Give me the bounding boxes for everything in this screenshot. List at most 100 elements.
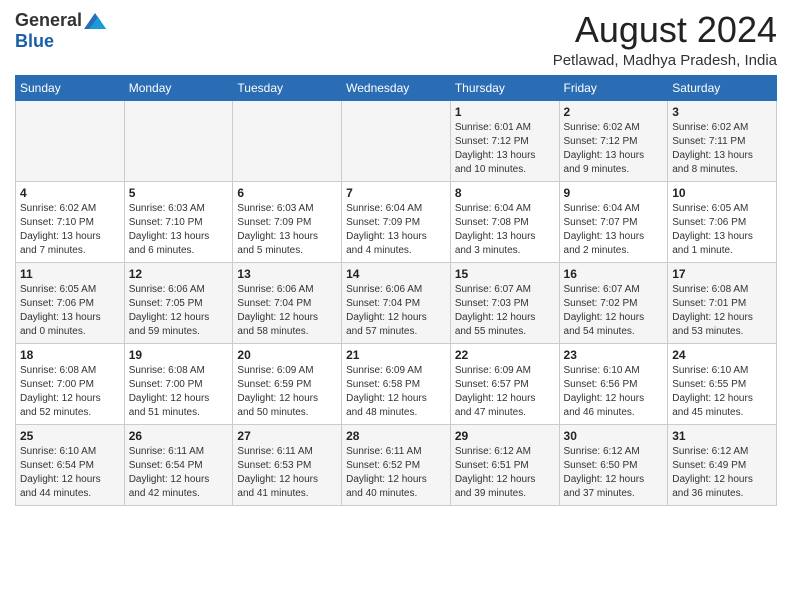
calendar-cell: 14 Sunrise: 6:06 AMSunset: 7:04 PMDayligh… [342,262,451,343]
calendar-cell: 15 Sunrise: 6:07 AMSunset: 7:03 PMDayligh… [450,262,559,343]
cell-content: Sunrise: 6:11 AMSunset: 6:54 PMDaylight:… [129,445,229,501]
day-number: 16 [564,267,664,281]
cell-content: Sunrise: 6:02 AMSunset: 7:12 PMDaylight:… [564,121,664,177]
cell-content: Sunrise: 6:10 AMSunset: 6:55 PMDaylight:… [672,364,772,420]
calendar-cell [233,100,342,181]
day-number: 3 [672,105,772,119]
calendar-cell: 12 Sunrise: 6:06 AMSunset: 7:05 PMDayligh… [124,262,233,343]
calendar-cell: 22Sunrise: 6:09 AMSunset: 6:57 PMDayligh… [450,343,559,424]
day-number: 11 [20,267,120,281]
calendar-week-2: 4 Sunrise: 6:02 AMSunset: 7:10 PMDaylight… [16,181,777,262]
calendar-week-1: 1 Sunrise: 6:01 AMSunset: 7:12 PMDaylight… [16,100,777,181]
cell-content: Sunrise: 6:02 AMSunset: 7:10 PMDaylight:… [20,202,120,258]
weekday-header-tuesday: Tuesday [233,75,342,100]
calendar-cell: 23 Sunrise: 6:10 AMSunset: 6:56 PMDayligh… [559,343,668,424]
calendar-cell: 31 Sunrise: 6:12 AMSunset: 6:49 PMDayligh… [668,424,777,505]
day-number: 10 [672,186,772,200]
day-number: 15 [455,267,555,281]
weekday-header-sunday: Sunday [16,75,125,100]
weekday-header-row: SundayMondayTuesdayWednesdayThursdayFrid… [16,75,777,100]
calendar-cell: 24 Sunrise: 6:10 AMSunset: 6:55 PMDayligh… [668,343,777,424]
cell-content: Sunrise: 6:01 AMSunset: 7:12 PMDaylight:… [455,121,555,177]
calendar-cell: 6 Sunrise: 6:03 AMSunset: 7:09 PMDaylight… [233,181,342,262]
logo-blue-text: Blue [15,31,54,52]
cell-content: Sunrise: 6:12 AMSunset: 6:51 PMDaylight:… [455,445,555,501]
cell-content: Sunrise: 6:03 AMSunset: 7:09 PMDaylight:… [237,202,337,258]
cell-content: Sunrise: 6:12 AMSunset: 6:50 PMDaylight:… [564,445,664,501]
calendar-week-4: 18 Sunrise: 6:08 AMSunset: 7:00 PMDayligh… [16,343,777,424]
day-number: 6 [237,186,337,200]
header: General Blue August 2024 Petlawad, Madhy… [15,10,777,69]
calendar-cell [342,100,451,181]
cell-content: Sunrise: 6:06 AMSunset: 7:04 PMDaylight:… [237,283,337,339]
day-number: 18 [20,348,120,362]
calendar-cell: 21 Sunrise: 6:09 AMSunset: 6:58 PMDayligh… [342,343,451,424]
cell-content: Sunrise: 6:07 AMSunset: 7:02 PMDaylight:… [564,283,664,339]
cell-content: Sunrise: 6:06 AMSunset: 7:04 PMDaylight:… [346,283,446,339]
calendar-table: SundayMondayTuesdayWednesdayThursdayFrid… [15,75,777,506]
cell-content: Sunrise: 6:11 AMSunset: 6:53 PMDaylight:… [237,445,337,501]
day-number: 29 [455,429,555,443]
day-number: 31 [672,429,772,443]
calendar-cell: 11 Sunrise: 6:05 AMSunset: 7:06 PMDayligh… [16,262,125,343]
day-number: 24 [672,348,772,362]
cell-content: Sunrise: 6:04 AMSunset: 7:08 PMDaylight:… [455,202,555,258]
cell-content: Sunrise: 6:05 AMSunset: 7:06 PMDaylight:… [672,202,772,258]
calendar-week-3: 11 Sunrise: 6:05 AMSunset: 7:06 PMDayligh… [16,262,777,343]
cell-content: Sunrise: 6:12 AMSunset: 6:49 PMDaylight:… [672,445,772,501]
day-number: 28 [346,429,446,443]
cell-content: Sunrise: 6:06 AMSunset: 7:05 PMDaylight:… [129,283,229,339]
day-number: 27 [237,429,337,443]
day-number: 23 [564,348,664,362]
calendar-cell: 18 Sunrise: 6:08 AMSunset: 7:00 PMDayligh… [16,343,125,424]
day-number: 14 [346,267,446,281]
title-block: August 2024 Petlawad, Madhya Pradesh, In… [553,10,777,69]
day-number: 12 [129,267,229,281]
cell-content: Sunrise: 6:10 AMSunset: 6:56 PMDaylight:… [564,364,664,420]
calendar-cell: 8 Sunrise: 6:04 AMSunset: 7:08 PMDaylight… [450,181,559,262]
day-number: 1 [455,105,555,119]
cell-content: Sunrise: 6:11 AMSunset: 6:52 PMDaylight:… [346,445,446,501]
calendar-cell: 4 Sunrise: 6:02 AMSunset: 7:10 PMDaylight… [16,181,125,262]
cell-content: Sunrise: 6:05 AMSunset: 7:06 PMDaylight:… [20,283,120,339]
cell-content: Sunrise: 6:09 AMSunset: 6:58 PMDaylight:… [346,364,446,420]
day-number: 13 [237,267,337,281]
calendar-cell: 30Sunrise: 6:12 AMSunset: 6:50 PMDayligh… [559,424,668,505]
calendar-cell [16,100,125,181]
calendar-cell: 28 Sunrise: 6:11 AMSunset: 6:52 PMDayligh… [342,424,451,505]
calendar-cell: 10 Sunrise: 6:05 AMSunset: 7:06 PMDayligh… [668,181,777,262]
calendar-cell: 13 Sunrise: 6:06 AMSunset: 7:04 PMDayligh… [233,262,342,343]
calendar-cell: 1 Sunrise: 6:01 AMSunset: 7:12 PMDaylight… [450,100,559,181]
calendar-cell: 17 Sunrise: 6:08 AMSunset: 7:01 PMDayligh… [668,262,777,343]
cell-content: Sunrise: 6:08 AMSunset: 7:00 PMDaylight:… [129,364,229,420]
day-number: 8 [455,186,555,200]
cell-content: Sunrise: 6:07 AMSunset: 7:03 PMDaylight:… [455,283,555,339]
cell-content: Sunrise: 6:08 AMSunset: 7:00 PMDaylight:… [20,364,120,420]
weekday-header-monday: Monday [124,75,233,100]
calendar-cell: 9 Sunrise: 6:04 AMSunset: 7:07 PMDaylight… [559,181,668,262]
logo: General Blue [15,10,106,52]
day-number: 2 [564,105,664,119]
calendar-cell: 3 Sunrise: 6:02 AMSunset: 7:11 PMDaylight… [668,100,777,181]
cell-content: Sunrise: 6:02 AMSunset: 7:11 PMDaylight:… [672,121,772,177]
calendar-cell: 26 Sunrise: 6:11 AMSunset: 6:54 PMDayligh… [124,424,233,505]
cell-content: Sunrise: 6:09 AMSunset: 6:57 PMDaylight:… [455,364,555,420]
cell-content: Sunrise: 6:04 AMSunset: 7:09 PMDaylight:… [346,202,446,258]
day-number: 4 [20,186,120,200]
cell-content: Sunrise: 6:08 AMSunset: 7:01 PMDaylight:… [672,283,772,339]
day-number: 17 [672,267,772,281]
day-number: 26 [129,429,229,443]
logo-icon [84,13,106,29]
calendar-cell: 19Sunrise: 6:08 AMSunset: 7:00 PMDayligh… [124,343,233,424]
calendar-cell: 25 Sunrise: 6:10 AMSunset: 6:54 PMDayligh… [16,424,125,505]
cell-content: Sunrise: 6:10 AMSunset: 6:54 PMDaylight:… [20,445,120,501]
weekday-header-saturday: Saturday [668,75,777,100]
day-number: 25 [20,429,120,443]
calendar-cell: 2 Sunrise: 6:02 AMSunset: 7:12 PMDaylight… [559,100,668,181]
calendar-cell: 20Sunrise: 6:09 AMSunset: 6:59 PMDayligh… [233,343,342,424]
page: General Blue August 2024 Petlawad, Madhy… [0,0,792,612]
calendar-cell: 27 Sunrise: 6:11 AMSunset: 6:53 PMDayligh… [233,424,342,505]
cell-content: Sunrise: 6:04 AMSunset: 7:07 PMDaylight:… [564,202,664,258]
day-number: 21 [346,348,446,362]
day-number: 9 [564,186,664,200]
